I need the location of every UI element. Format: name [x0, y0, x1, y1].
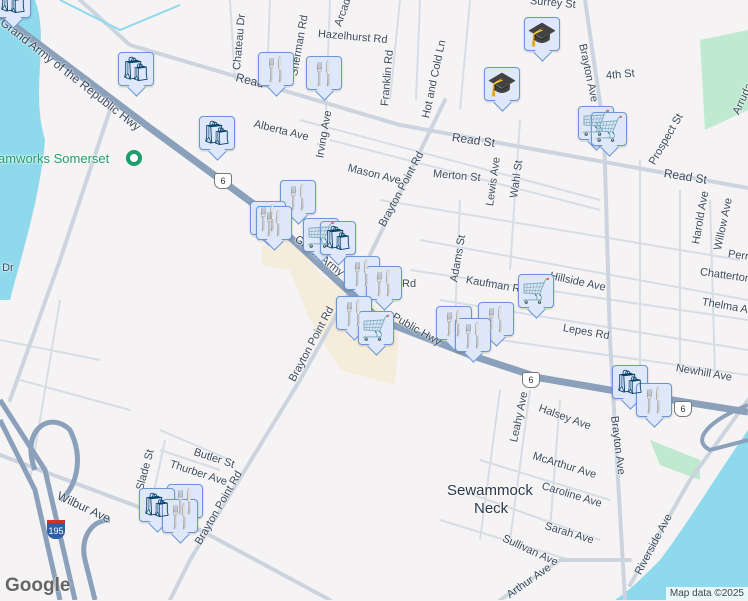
shopping-bag-icon: 🛍 — [201, 119, 233, 147]
road-label-4th-st: 4th St — [605, 67, 636, 82]
map-attribution[interactable]: Map data ©2025 — [665, 587, 748, 600]
shopping-cart-icon: 🛒 — [521, 277, 551, 305]
shopping-cart-icon: 🛒 — [594, 115, 624, 143]
us6-shield-2: 6 — [522, 372, 540, 388]
shopping-marker[interactable]: 🛍 — [118, 52, 154, 86]
restaurant-icon: 🍴 — [458, 321, 488, 349]
restaurant-marker[interactable]: 🍴 — [366, 266, 402, 300]
grocery-marker[interactable]: 🛒 — [591, 112, 627, 146]
restaurant-marker[interactable]: 🍴 — [455, 318, 491, 352]
shopping-bag-icon: 🛍 — [322, 224, 354, 252]
map-canvas[interactable] — [0, 0, 748, 600]
us6-shield: 6 — [214, 173, 232, 189]
neighborhood-label-2: Neck — [474, 500, 509, 517]
shopping-marker[interactable]: 🛍 — [320, 221, 356, 255]
grocery-marker[interactable]: 🛒 — [518, 274, 554, 308]
restaurant-icon: 🍴 — [639, 386, 669, 414]
grocery-marker[interactable]: 🛒 — [358, 311, 394, 345]
us6-shield-3: 6 — [674, 401, 692, 417]
road-label-rd-fragment: Rd — [402, 278, 417, 290]
shopping-cart-icon: 🛒 — [361, 314, 391, 342]
restaurant-marker[interactable]: 🍴 — [306, 56, 342, 90]
neighborhood-label: Sewammock — [447, 482, 533, 499]
school-marker[interactable]: 🎓 — [484, 67, 520, 101]
shopping-bag-icon: 🛍 — [120, 55, 152, 83]
shopping-bag-icon: 🛍 — [0, 0, 29, 15]
google-logo[interactable]: Google — [5, 575, 70, 597]
school-icon: 🎓 — [487, 70, 517, 98]
poi-label[interactable]: amworks Somerset — [0, 151, 109, 166]
school-marker[interactable]: 🎓 — [524, 17, 560, 51]
poi-pin-icon[interactable] — [126, 150, 142, 166]
restaurant-icon: 🍴 — [369, 269, 399, 297]
school-icon: 🎓 — [527, 20, 557, 48]
shopping-marker[interactable]: 🛍 — [199, 116, 235, 150]
restaurant-icon: 🍴 — [283, 183, 313, 211]
restaurant-marker[interactable]: 🍴 — [256, 206, 292, 240]
shopping-marker[interactable]: 🛍 — [0, 0, 31, 18]
restaurant-marker[interactable]: 🍴 — [636, 383, 672, 417]
restaurant-marker[interactable]: 🍴 — [162, 499, 198, 533]
restaurant-icon: 🍴 — [309, 59, 339, 87]
i195-shield: 195 — [47, 520, 65, 539]
restaurant-icon: 🍴 — [259, 209, 289, 237]
restaurant-icon: 🍴 — [165, 502, 195, 530]
restaurant-icon: 🍴 — [261, 55, 291, 83]
restaurant-marker[interactable]: 🍴 — [258, 52, 294, 86]
road-label-dr-fragment: t Dr — [0, 262, 14, 274]
